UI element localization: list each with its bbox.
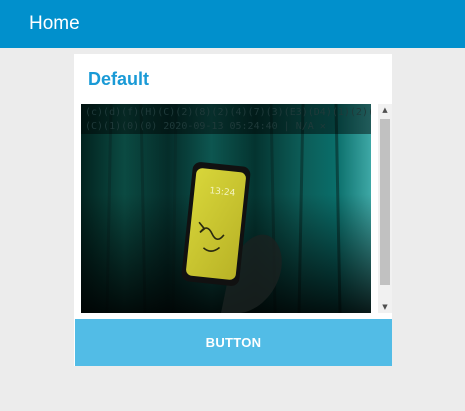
scroll-down-icon[interactable]: ▼ [378, 301, 392, 313]
app-bar: Home [0, 0, 465, 48]
card-title: Default [88, 69, 150, 89]
app-bar-title: Home [29, 13, 80, 34]
camera-image: 13:24 (c)(d)(f)(H)(C)(2)(8)(2)(4)(7)(3)(… [81, 104, 371, 313]
vertical-scrollbar[interactable]: ▲ ▼ [378, 104, 392, 313]
primary-button[interactable]: BUTTON [75, 319, 392, 366]
camera-photo: 13:24 [81, 104, 371, 313]
content-card: Default 13:24 (c)(d)(f)(H)(C)(2)(8)(2)(4… [74, 54, 392, 366]
scroll-thumb[interactable] [380, 119, 390, 285]
scroll-up-icon[interactable]: ▲ [378, 104, 392, 116]
overlay-text-line-2: (C)(1)(0)(0) 2020-09-13 05:24:40 | N/A ✕ [85, 121, 326, 132]
overlay-text-line-1: (c)(d)(f)(H)(C)(2)(8)(2)(4)(7)(3)(E3)(D4… [85, 107, 371, 118]
image-viewer[interactable]: 13:24 (c)(d)(f)(H)(C)(2)(8)(2)(4)(7)(3)(… [81, 104, 392, 313]
